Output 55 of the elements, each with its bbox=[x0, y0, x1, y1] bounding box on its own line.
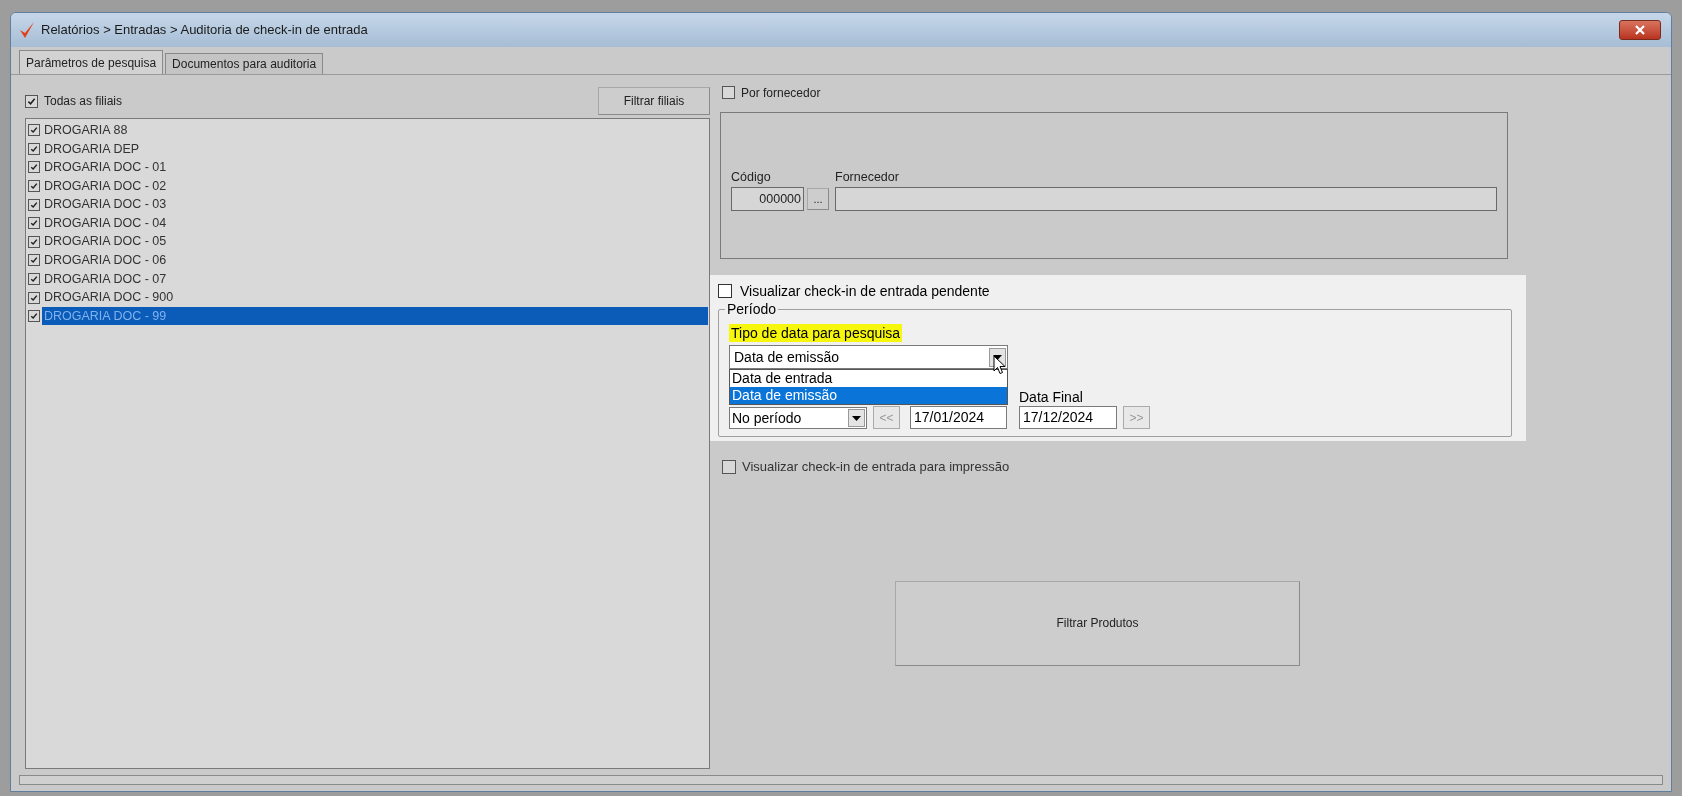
checkbox[interactable] bbox=[28, 161, 40, 174]
check-icon bbox=[30, 256, 38, 265]
dropdown-option[interactable]: Data de emissão bbox=[730, 387, 1007, 404]
checkbox-label: Visualizar check-in de entrada para impressão bbox=[742, 458, 1010, 476]
group-title: Período bbox=[725, 301, 779, 317]
supplier-field[interactable] bbox=[835, 186, 1497, 211]
check-icon bbox=[27, 96, 36, 106]
list-item[interactable]: DROGARIA DEP bbox=[42, 139, 708, 158]
list-item[interactable]: DROGARIA DOC - 06 bbox=[42, 251, 708, 270]
lookup-button[interactable]: ... bbox=[807, 187, 829, 210]
close-button[interactable] bbox=[1619, 20, 1661, 40]
checkbox[interactable] bbox=[28, 291, 40, 304]
field-label: Data Final bbox=[1019, 389, 1084, 406]
checkbox[interactable] bbox=[28, 180, 40, 193]
checkbox[interactable] bbox=[28, 310, 40, 323]
list-item[interactable]: DROGARIA DOC - 05 bbox=[42, 232, 708, 251]
check-icon bbox=[30, 312, 38, 321]
dropdown-option[interactable]: Data de entrada bbox=[730, 370, 1007, 387]
checkmark-logo-icon bbox=[19, 21, 35, 39]
end-date-field[interactable]: 17/12/2024 bbox=[1019, 406, 1117, 429]
filter-products-button[interactable]: Filtrar Produtos bbox=[895, 580, 1300, 666]
checkbox[interactable] bbox=[28, 254, 40, 267]
start-date-field[interactable]: 17/01/2024 bbox=[910, 406, 1007, 429]
checkbox[interactable] bbox=[25, 94, 38, 108]
field-label: Código bbox=[731, 169, 772, 187]
code-field[interactable]: 000000 bbox=[731, 186, 804, 211]
checkbox-label: Todas as filiais bbox=[44, 93, 123, 110]
close-icon bbox=[1634, 25, 1646, 35]
check-icon bbox=[30, 163, 38, 172]
list-item[interactable]: DROGARIA DOC - 07 bbox=[42, 270, 708, 289]
checkbox[interactable] bbox=[28, 124, 40, 137]
range-dropdown[interactable]: No período bbox=[729, 407, 867, 429]
window-title: Relatórios > Entradas > Auditoria de check-in de entrada bbox=[41, 21, 368, 40]
field-label: Tipo de data para pesquisa bbox=[729, 324, 903, 342]
checkbox[interactable] bbox=[28, 217, 40, 230]
checkbox[interactable] bbox=[28, 235, 40, 248]
list-item[interactable]: DROGARIA DOC - 03 bbox=[42, 195, 708, 214]
checkbox[interactable] bbox=[28, 273, 40, 286]
date-type-dropdown[interactable]: Data de emissão bbox=[729, 345, 1008, 369]
list-item[interactable]: DROGARIA DOC - 01 bbox=[42, 158, 708, 177]
checkbox[interactable] bbox=[28, 198, 40, 211]
checkbox[interactable] bbox=[28, 142, 40, 155]
list-item[interactable]: DROGARIA DOC - 04 bbox=[42, 214, 708, 233]
checkbox[interactable] bbox=[722, 459, 736, 474]
list-item[interactable]: DROGARIA DOC - 02 bbox=[42, 177, 708, 196]
checkbox[interactable] bbox=[718, 284, 732, 298]
filter-branches-button[interactable]: Filtrar filiais bbox=[598, 87, 710, 115]
checkbox[interactable] bbox=[722, 86, 735, 99]
checkbox-label: Visualizar check-in de entrada pendente bbox=[740, 281, 990, 301]
list-item[interactable]: DROGARIA DOC - 900 bbox=[42, 288, 708, 307]
tab[interactable]: Parâmetros de pesquisa bbox=[19, 50, 164, 74]
tab[interactable]: Documentos para auditoria bbox=[165, 53, 324, 74]
checkbox-label: Por fornecedor bbox=[741, 84, 821, 102]
list-item[interactable]: DROGARIA 88 bbox=[42, 121, 708, 140]
field-label: Fornecedor bbox=[835, 169, 900, 187]
